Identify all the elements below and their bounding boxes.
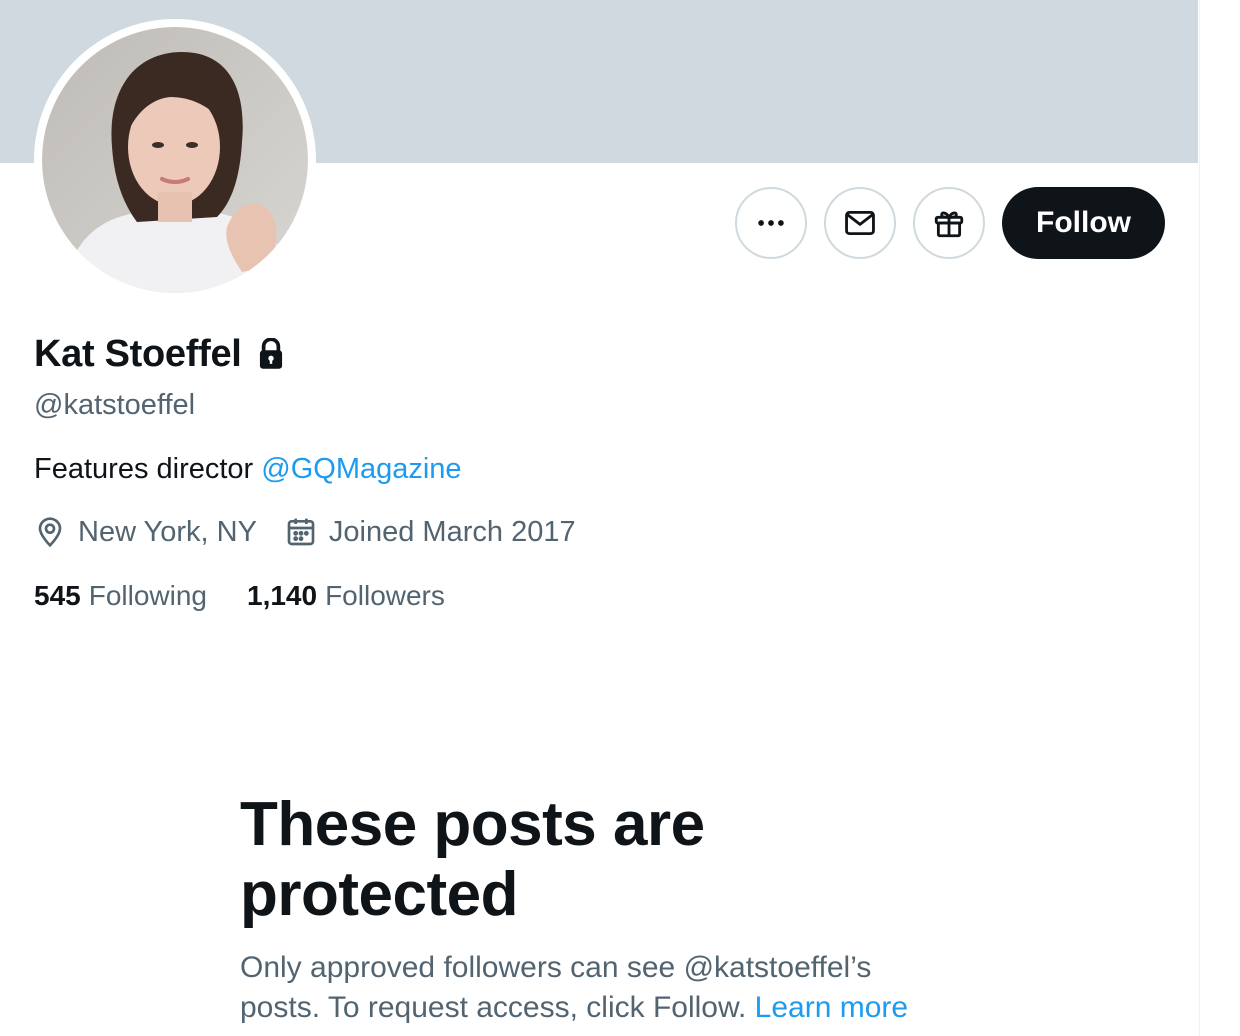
protected-description: Only approved followers can see @katstoe… [240,948,940,1028]
display-name: Kat Stoeffel [34,333,242,375]
bio-text: Features director [34,453,262,485]
learn-more-link[interactable]: Learn more [755,991,908,1024]
profile-action-bar: Follow [735,187,1165,259]
name-row: Kat Stoeffel [34,330,286,378]
more-icon [758,220,784,226]
location-item: New York, NY [34,512,257,552]
profile-meta: New York, NY Joined March 2017 [34,512,604,552]
following-link[interactable]: 545 Following [34,576,207,616]
avatar-photo [42,27,308,293]
lock-icon [259,338,282,369]
location-pin-icon [38,517,62,548]
message-button[interactable] [824,187,897,259]
following-count: 545 [34,580,81,611]
protected-title: These posts are protected [240,790,705,929]
calendar-icon [287,518,315,546]
profile-column: Follow Kat Stoeffel @katstoeffel Feature… [0,0,1200,1036]
profile-handle: @katstoeffel [34,389,196,421]
protected-posts-notice: These posts are protected Only approved … [240,790,960,1028]
message-icon [845,210,875,236]
follow-button[interactable]: Follow [1002,187,1165,259]
bio-mention-link[interactable]: @GQMagazine [261,453,461,485]
avatar[interactable] [34,19,316,301]
following-label: Following [88,580,207,611]
profile-stats: 545 Following 1,140 Followers [34,576,485,616]
gift-button[interactable] [913,187,986,259]
location-text: New York, NY [78,516,257,548]
followers-label: Followers [325,580,445,611]
joined-item: Joined March 2017 [285,512,576,552]
profile-bio: Features director @GQMagazine [34,449,462,489]
gift-icon [934,211,964,238]
joined-text: Joined March 2017 [328,516,576,548]
more-button[interactable] [735,187,808,259]
profile-identity: Kat Stoeffel @katstoeffel [34,330,286,425]
followers-count: 1,140 [247,580,318,611]
followers-link[interactable]: 1,140 Followers [247,576,445,616]
